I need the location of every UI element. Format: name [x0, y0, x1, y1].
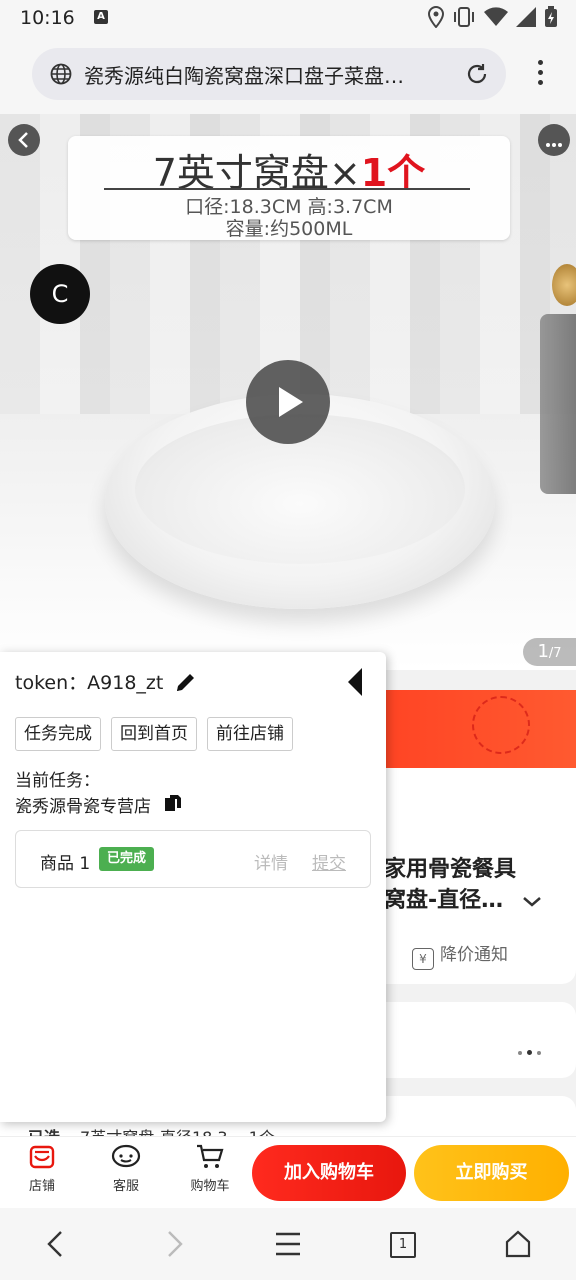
back-arrow-icon — [18, 132, 28, 148]
nav-menu-icon[interactable] — [274, 1228, 302, 1260]
label-divider — [104, 188, 470, 190]
size-label-card: 7英寸窝盘×1个 口径:18.3CM 高:3.7CM 容量:约500ML — [68, 136, 510, 240]
go-to-store-button[interactable]: 前往店铺 — [207, 717, 293, 751]
cart-icon — [197, 1144, 224, 1168]
product-title[interactable]: 家用骨瓷餐具 窝盘-直径… — [384, 854, 544, 916]
notification-a-icon: A — [94, 10, 108, 24]
customer-service-button[interactable]: 客服 — [96, 1143, 156, 1194]
bottom-action-bar: 店铺 客服 购物车 加入购物车 立即购买 — [0, 1136, 576, 1209]
browser-menu-icon[interactable] — [538, 60, 544, 90]
token-row: token：A918_zt — [15, 672, 164, 694]
nav-forward-icon[interactable] — [162, 1228, 186, 1260]
firework-decoration — [472, 696, 530, 754]
current-task-label: 当前任务： — [15, 771, 100, 791]
vibrate-icon — [454, 7, 474, 27]
customer-service-label: 客服 — [112, 1179, 139, 1194]
item-submit-link[interactable]: 提交 — [312, 849, 346, 874]
price-notify-button[interactable]: ¥ 降价通知 — [412, 940, 508, 970]
url-text[interactable]: 瓷秀源纯白陶瓷窝盘深口盘子菜盘… — [84, 60, 454, 89]
store-label: 店铺 — [28, 1179, 55, 1194]
avatar[interactable]: C — [30, 264, 90, 324]
image-page-indicator: 1/7 — [523, 638, 576, 666]
nav-tabs-button[interactable]: 1 — [390, 1232, 416, 1258]
back-home-button[interactable]: 回到首页 — [111, 717, 197, 751]
chat-icon — [111, 1144, 141, 1168]
buy-now-button[interactable]: 立即购买 — [414, 1145, 569, 1201]
play-icon — [279, 387, 303, 417]
item-name: 商品 1 — [40, 854, 91, 874]
system-navigation-bar: 1 — [0, 1208, 576, 1280]
current-task-store: 瓷秀源骨瓷专营店 — [15, 797, 151, 817]
battery-icon — [545, 6, 557, 27]
copy-icon[interactable] — [163, 793, 183, 813]
task-panel: token：A918_zt 任务完成 回到首页 前往店铺 当前任务： 瓷秀源骨瓷… — [0, 652, 386, 1122]
globe-icon — [50, 63, 72, 85]
play-video-button[interactable] — [246, 360, 330, 444]
product-image-carousel[interactable]: 7英寸窝盘×1个 口径:18.3CM 高:3.7CM 容量:约500ML C 1… — [0, 114, 576, 670]
status-badge: 已完成 — [99, 847, 155, 871]
nav-back-icon[interactable] — [44, 1228, 68, 1260]
more-button[interactable] — [538, 124, 570, 156]
status-time: 10:16 — [20, 7, 75, 29]
token-value: A918_zt — [87, 672, 164, 694]
label-capacity: 容量:约500ML — [225, 218, 353, 240]
panel-button-row: 任务完成 回到首页 前往店铺 — [15, 717, 293, 751]
status-bar: 10:16 A — [0, 0, 576, 36]
cart-label: 购物车 — [190, 1179, 230, 1194]
back-button[interactable] — [8, 124, 40, 156]
add-to-cart-button[interactable]: 加入购物车 — [252, 1145, 406, 1201]
nav-home-icon[interactable] — [504, 1228, 532, 1260]
task-complete-button[interactable]: 任务完成 — [15, 717, 101, 751]
task-item: 商品 1 已完成 详情 提交 — [15, 830, 371, 888]
store-icon — [29, 1145, 55, 1169]
cart-button[interactable]: 购物车 — [180, 1143, 240, 1194]
store-button[interactable]: 店铺 — [12, 1143, 72, 1194]
spoon-image — [552, 264, 576, 306]
signal-icon — [516, 7, 536, 27]
price-tag-icon: ¥ — [412, 948, 434, 970]
item-detail-link[interactable]: 详情 — [254, 849, 288, 874]
collapse-panel-icon[interactable] — [348, 668, 362, 696]
chevron-down-icon[interactable] — [522, 896, 542, 908]
edit-pencil-icon[interactable] — [174, 670, 198, 694]
url-bar[interactable]: 瓷秀源纯白陶瓷窝盘深口盘子菜盘… — [32, 48, 506, 100]
browser-toolbar: 瓷秀源纯白陶瓷窝盘深口盘子菜盘… — [0, 36, 576, 114]
location-icon — [428, 6, 444, 28]
glass-image — [540, 314, 576, 494]
reload-icon[interactable] — [464, 61, 490, 87]
more-dots-icon[interactable] — [518, 1040, 546, 1059]
wifi-icon — [484, 7, 508, 27]
